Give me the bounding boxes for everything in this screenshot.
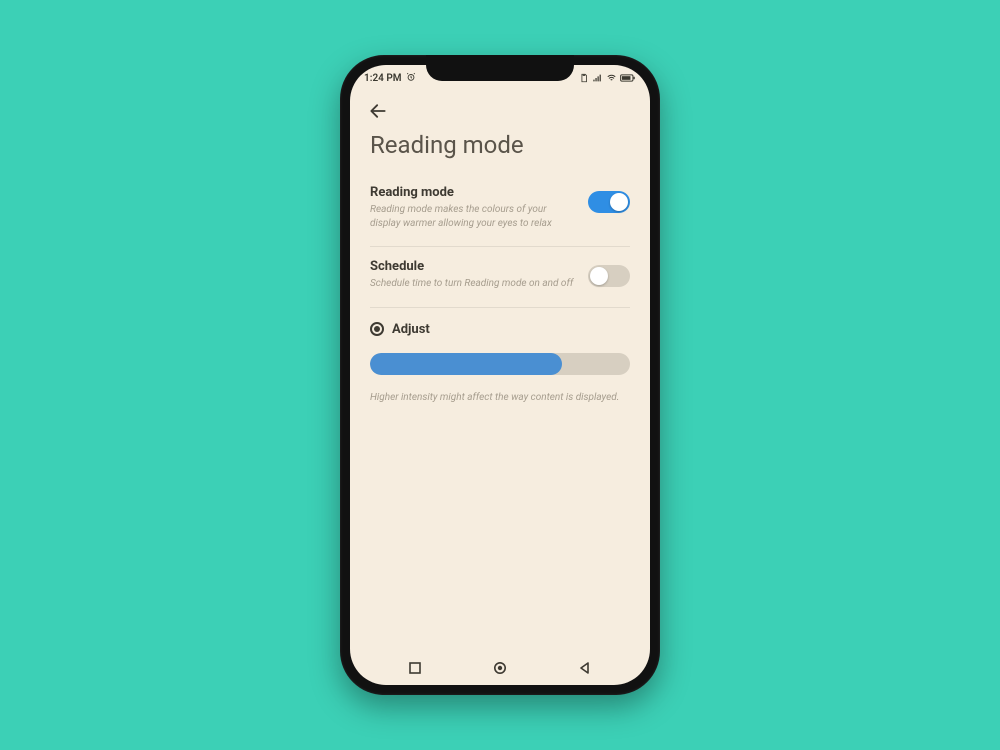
page-title: Reading mode bbox=[350, 125, 650, 173]
back-arrow-icon bbox=[368, 101, 388, 121]
nav-recent-button[interactable] bbox=[395, 651, 435, 685]
schedule-title: Schedule bbox=[370, 259, 576, 274]
phone-notch bbox=[426, 55, 574, 81]
status-time: 1:24 PM bbox=[364, 73, 402, 84]
reading-mode-row: Reading mode Reading mode makes the colo… bbox=[350, 173, 650, 244]
circle-icon bbox=[493, 661, 507, 675]
square-icon bbox=[409, 662, 421, 674]
sdcard-icon bbox=[579, 73, 589, 83]
schedule-row: Schedule Schedule time to turn Reading m… bbox=[350, 247, 650, 305]
signal-icon bbox=[592, 73, 603, 83]
schedule-toggle[interactable] bbox=[588, 265, 630, 287]
adjust-section: Adjust bbox=[350, 308, 650, 375]
adjust-header: Adjust bbox=[370, 322, 630, 337]
wifi-icon bbox=[606, 73, 617, 83]
battery-icon bbox=[620, 73, 636, 83]
intensity-slider[interactable] bbox=[370, 353, 630, 375]
header bbox=[350, 91, 650, 125]
adjust-radio-icon[interactable] bbox=[370, 322, 384, 336]
screen: 1:24 PM bbox=[350, 65, 650, 685]
intensity-slider-fill bbox=[370, 353, 562, 375]
toggle-knob bbox=[590, 267, 608, 285]
adjust-label: Adjust bbox=[392, 322, 430, 337]
back-button[interactable] bbox=[366, 99, 390, 123]
reading-mode-desc: Reading mode makes the colours of your d… bbox=[370, 203, 576, 230]
status-right bbox=[579, 73, 636, 83]
reading-mode-toggle[interactable] bbox=[588, 191, 630, 213]
adjust-note: Higher intensity might affect the way co… bbox=[350, 375, 650, 405]
phone-frame: 1:24 PM bbox=[340, 55, 660, 695]
alarm-icon bbox=[406, 72, 416, 85]
reading-mode-title: Reading mode bbox=[370, 185, 576, 200]
toggle-knob bbox=[610, 193, 628, 211]
schedule-desc: Schedule time to turn Reading mode on an… bbox=[370, 277, 576, 291]
nav-home-button[interactable] bbox=[480, 651, 520, 685]
status-left: 1:24 PM bbox=[364, 72, 416, 85]
triangle-left-icon bbox=[579, 662, 591, 674]
android-nav-bar bbox=[350, 651, 650, 685]
nav-back-button[interactable] bbox=[565, 651, 605, 685]
